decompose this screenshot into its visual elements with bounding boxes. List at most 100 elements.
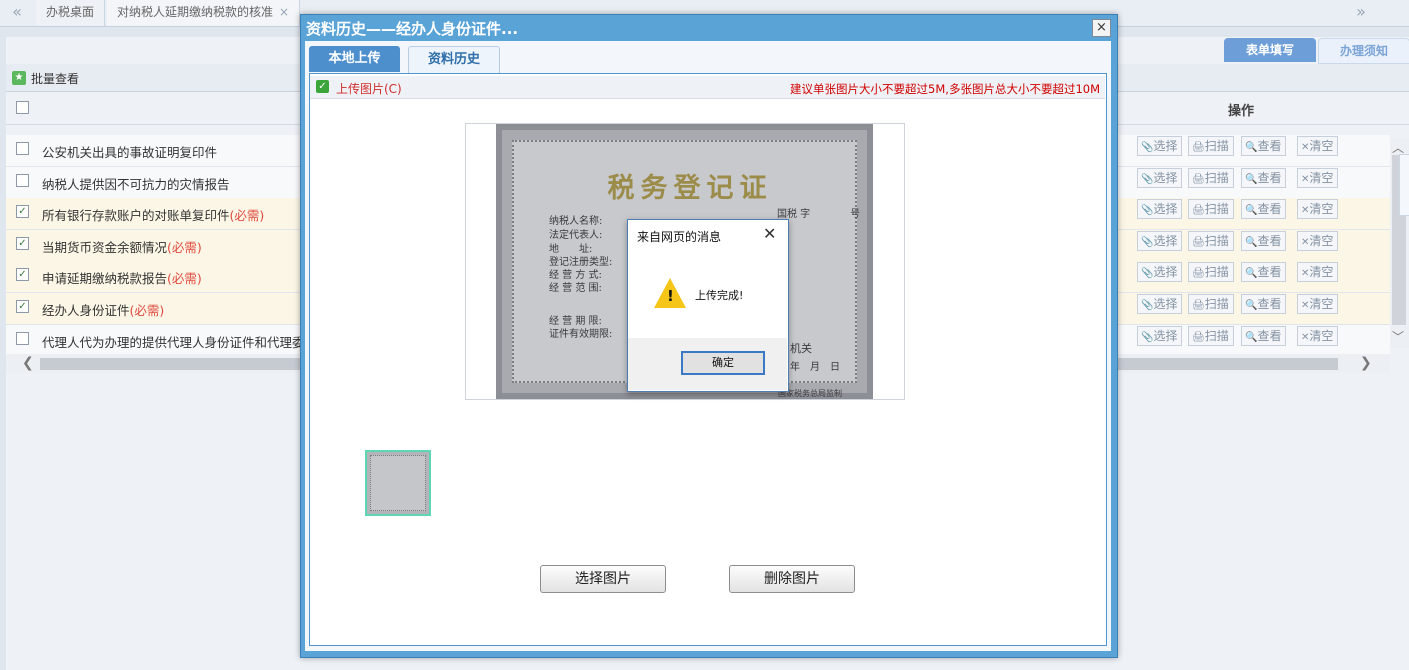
tab-deferred-tax-approval[interactable]: 对纳税人延期缴纳税款的核准 × <box>107 0 301 26</box>
clear-button[interactable]: ✕清空 <box>1297 230 1339 251</box>
certificate-title: 税务登记证 <box>607 173 773 204</box>
certificate-field-label: 法定代表人: <box>549 230 603 241</box>
view-button[interactable]: 🔍查看 <box>1241 167 1287 188</box>
view-button[interactable]: 🔍查看 <box>1241 294 1287 314</box>
tab-scroll-right-icon[interactable]: » <box>1344 0 1378 26</box>
select-icon: 📎 <box>1141 173 1154 185</box>
row-checkbox[interactable]: ✓ <box>16 300 29 313</box>
select-button[interactable]: 📎选择 <box>1137 230 1183 251</box>
required-tag: (必需) <box>229 208 265 224</box>
view-label: 查看 <box>1257 297 1282 311</box>
select-all-checkbox[interactable] <box>16 101 29 114</box>
view-button[interactable]: 🔍查看 <box>1241 262 1287 283</box>
certificate-field-label: 纳税人名称: <box>549 216 603 227</box>
select-button[interactable]: 📎选择 <box>1137 325 1183 346</box>
row-label: 当期货币资金余额情况(必需) <box>42 237 202 256</box>
choose-image-button[interactable]: 选择图片 <box>540 565 666 593</box>
alert-title: 来自网页的消息 <box>637 230 722 244</box>
select-label: 选择 <box>1153 233 1178 248</box>
size-hint: 建议单张图片大小不要超过5M,多张图片总大小不要超过10M <box>790 82 1100 96</box>
scroll-down-icon[interactable]: ﹀ <box>1392 328 1404 345</box>
scroll-right-icon[interactable]: ❯ <box>1360 355 1372 371</box>
batch-view-label[interactable]: 批量查看 <box>31 70 79 87</box>
clear-button[interactable]: ✕清空 <box>1297 262 1339 283</box>
select-button[interactable]: 📎选择 <box>1137 167 1183 188</box>
view-button[interactable]: 🔍查看 <box>1241 136 1287 156</box>
view-label: 查看 <box>1257 202 1282 217</box>
scan-icon: 🖨 <box>1192 236 1205 248</box>
scan-button[interactable]: 🖨扫描 <box>1188 199 1234 220</box>
scan-label: 扫描 <box>1204 233 1229 248</box>
scan-label: 扫描 <box>1204 202 1229 217</box>
tab-label: 对纳税人延期缴纳税款的核准 <box>117 5 274 19</box>
scan-label: 扫描 <box>1204 139 1229 153</box>
dialog-title: 资料历史——经办人身份证件... <box>306 20 519 38</box>
tab-form-fill[interactable]: 表单填写 <box>1224 38 1316 62</box>
clear-button[interactable]: ✕清空 <box>1297 325 1339 346</box>
tab-instructions[interactable]: 办理须知 <box>1318 38 1409 64</box>
tab-desktop-label: 办税桌面 <box>46 5 95 19</box>
tab-material-history[interactable]: 资料历史 <box>408 46 500 73</box>
certificate-field-label: 经 营 范 围: <box>549 283 602 294</box>
batch-view-icon[interactable]: ★ <box>12 71 26 85</box>
scan-icon: 🖨 <box>1192 173 1205 185</box>
clear-button[interactable]: ✕清空 <box>1297 199 1339 220</box>
clear-button[interactable]: ✕清空 <box>1297 167 1339 188</box>
tab-local-upload[interactable]: 本地上传 <box>309 46 400 72</box>
online-service-widget-icon[interactable] <box>1399 154 1409 216</box>
select-button[interactable]: 📎选择 <box>1137 199 1183 220</box>
clear-button[interactable]: ✕清空 <box>1297 136 1339 156</box>
scan-button[interactable]: 🖨扫描 <box>1188 262 1234 283</box>
select-button[interactable]: 📎选择 <box>1137 262 1183 283</box>
upload-image-label[interactable]: 上传图片(C) <box>336 80 402 97</box>
row-label: 公安机关出具的事故证明复印件 <box>42 142 217 161</box>
alert-close-icon[interactable]: ✕ <box>763 224 776 243</box>
scroll-left-icon[interactable]: ❮ <box>22 355 34 371</box>
select-label: 选择 <box>1153 265 1178 280</box>
scan-button[interactable]: 🖨扫描 <box>1188 294 1234 314</box>
delete-image-button[interactable]: 删除图片 <box>729 565 855 593</box>
scan-button[interactable]: 🖨扫描 <box>1188 325 1234 346</box>
scan-button[interactable]: 🖨扫描 <box>1188 167 1234 188</box>
required-tag: (必需) <box>167 239 202 255</box>
view-button[interactable]: 🔍查看 <box>1241 325 1287 346</box>
row-checkbox[interactable]: ✓ <box>16 236 29 250</box>
row-checkbox[interactable] <box>16 142 29 155</box>
tab-desktop[interactable]: 办税桌面 <box>36 0 106 26</box>
scan-icon: 🖨 <box>1192 268 1205 280</box>
alert-message: 上传完成! <box>695 289 744 302</box>
clear-button[interactable]: ✕清空 <box>1297 294 1339 314</box>
clear-label: 清空 <box>1309 328 1334 343</box>
tab-scroll-left-icon[interactable]: « <box>0 0 34 26</box>
row-checkbox[interactable]: ✓ <box>16 205 29 219</box>
clear-label: 清空 <box>1309 233 1334 248</box>
material-name: 纳税人提供因不可抗力的灾情报告 <box>42 176 230 192</box>
view-button[interactable]: 🔍查看 <box>1241 230 1287 251</box>
scan-button[interactable]: 🖨扫描 <box>1188 230 1234 251</box>
view-icon: 🔍 <box>1245 173 1258 185</box>
ok-button[interactable]: 确定 <box>681 351 765 375</box>
tab-close-icon[interactable]: × <box>279 5 289 19</box>
clear-label: 清空 <box>1309 170 1334 185</box>
row-checkbox[interactable]: ✓ <box>16 268 29 282</box>
required-tag: (必需) <box>129 303 165 318</box>
row-checkbox[interactable] <box>16 173 29 187</box>
upload-check-icon[interactable]: ✓ <box>316 80 329 93</box>
scan-label: 扫描 <box>1204 297 1229 311</box>
dialog-close-icon[interactable]: × <box>1092 19 1111 37</box>
view-icon: 🔍 <box>1245 236 1258 248</box>
clear-label: 清空 <box>1309 202 1334 217</box>
select-label: 选择 <box>1153 297 1178 311</box>
select-button[interactable]: 📎选择 <box>1137 294 1183 314</box>
view-button[interactable]: 🔍查看 <box>1241 199 1287 220</box>
row-checkbox[interactable] <box>16 331 29 345</box>
scan-button[interactable]: 🖨扫描 <box>1188 136 1234 156</box>
select-icon: 📎 <box>1141 268 1154 280</box>
view-icon: 🔍 <box>1245 205 1258 217</box>
certificate-issuer: 机关 <box>790 342 812 355</box>
clear-label: 清空 <box>1309 139 1334 153</box>
material-name: 公安机关出具的事故证明复印件 <box>42 145 218 160</box>
view-label: 查看 <box>1257 170 1282 185</box>
select-button[interactable]: 📎选择 <box>1137 136 1183 156</box>
scan-label: 扫描 <box>1204 265 1229 280</box>
